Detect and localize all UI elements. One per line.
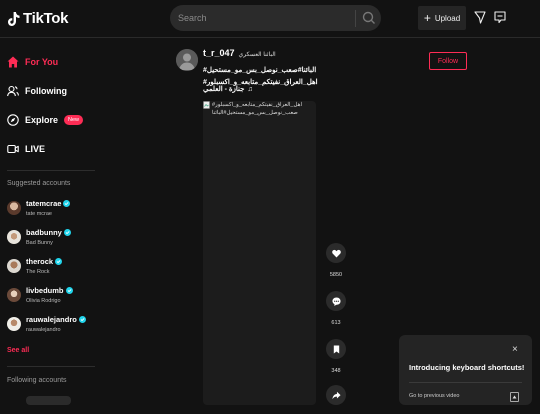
broken-image-icon <box>203 101 210 109</box>
compass-icon <box>7 114 19 126</box>
default-avatar-icon <box>176 49 198 71</box>
suggested-heading: Suggested accounts <box>7 180 71 187</box>
avatar <box>7 259 21 273</box>
post-music[interactable]: جنازة - العلمي ♫ <box>203 85 253 94</box>
arrow-up-icon <box>512 395 517 398</box>
shortcut-label: Go to previous video <box>409 393 460 399</box>
post-display-name: البائنا العسكري <box>238 52 276 58</box>
like-button[interactable] <box>326 243 346 263</box>
heart-icon <box>331 249 341 258</box>
nav-label-explore: Explore <box>25 115 59 125</box>
verified-icon <box>63 200 71 207</box>
suggested-account-therock[interactable]: therock The Rock <box>7 257 97 281</box>
sidebar: For You Following Explore New LIVE Sugge… <box>0 39 97 405</box>
comment-action[interactable]: 613 <box>326 291 346 326</box>
plus-icon: + <box>423 11 431 25</box>
bookmark-button[interactable] <box>326 339 346 359</box>
new-badge: New <box>64 115 84 125</box>
send-icon[interactable] <box>474 11 486 24</box>
account-display-name: Olivia Rodrigo <box>26 298 61 304</box>
share-action[interactable] <box>326 385 346 414</box>
home-icon <box>7 56 19 68</box>
bookmark-action[interactable]: 348 <box>326 339 346 374</box>
sidebar-divider <box>7 170 95 171</box>
account-display-name: The Rock <box>26 269 50 275</box>
nav-live[interactable]: LIVE <box>7 143 45 155</box>
post-username: t_r_047 <box>203 48 235 58</box>
account-display-name: rauwalejandro <box>26 327 61 333</box>
upload-label: Upload <box>434 13 461 23</box>
post-author[interactable]: t_r_047 البائنا العسكري <box>203 48 276 58</box>
music-title: جنازة - العلمي <box>203 86 245 93</box>
share-button[interactable] <box>326 385 346 405</box>
verified-icon <box>55 258 63 265</box>
live-icon <box>7 144 19 154</box>
nav-label-for-you: For You <box>25 57 59 67</box>
see-all-link[interactable]: See all <box>7 347 29 354</box>
suggested-account-badbunny[interactable]: badbunny Bad Bunny <box>7 228 97 252</box>
video-alt-text: اهل_العراق_نفيتكم_متابعه_و_اكسبلور# صعب_… <box>212 102 303 116</box>
account-username: badbunny <box>26 228 71 237</box>
search-bar <box>170 5 381 31</box>
inbox-icon[interactable] <box>494 11 506 24</box>
avatar <box>7 317 21 331</box>
post-author-avatar[interactable] <box>176 49 198 71</box>
nav-explore[interactable]: Explore New <box>7 114 84 126</box>
verified-icon <box>78 316 86 323</box>
account-username: tatemcrae <box>26 199 71 208</box>
account-username: rauwalejandro <box>26 315 86 324</box>
suggested-account-tatemcrae[interactable]: tatemcrae tate mcrae <box>7 199 97 223</box>
tiktok-logo-icon <box>8 11 20 26</box>
share-icon <box>331 391 341 399</box>
logo-text: TikTok <box>23 10 69 27</box>
comment-icon <box>331 296 341 306</box>
nav-label-following: Following <box>25 86 67 96</box>
bookmark-icon <box>333 344 339 354</box>
suggested-account-rauwalejandro[interactable]: rauwalejandro rauwalejandro <box>7 315 97 339</box>
suggested-account-livbedumb[interactable]: livbedumb Olivia Rodrigo <box>7 286 97 310</box>
top-header: TikTok + Upload <box>0 0 540 38</box>
search-divider <box>355 10 356 27</box>
comment-button[interactable] <box>326 291 346 311</box>
video-placeholder: اهل_العراق_نفيتكم_متابعه_و_اكسبلور# صعب_… <box>203 101 317 117</box>
following-heading: Following accounts <box>7 377 67 384</box>
video-player[interactable]: اهل_العراق_نفيتكم_متابعه_و_اكسبلور# صعب_… <box>203 101 316 405</box>
like-action[interactable]: 5850 <box>326 243 346 278</box>
search-icon[interactable] <box>362 10 376 26</box>
avatar <box>7 230 21 244</box>
follow-button[interactable]: Follow <box>429 52 467 70</box>
popup-title: Introducing keyboard shortcuts! <box>409 363 525 372</box>
bookmark-count: 348 <box>331 368 341 374</box>
close-icon[interactable]: × <box>512 344 518 355</box>
nav-for-you[interactable]: For You <box>7 56 58 68</box>
comment-count: 613 <box>331 320 341 326</box>
following-placeholder <box>26 396 71 405</box>
account-username: therock <box>26 257 63 266</box>
nav-label-live: LIVE <box>25 144 46 154</box>
search-input[interactable] <box>178 5 348 31</box>
users-icon <box>7 85 19 97</box>
upload-button[interactable]: + Upload <box>418 6 466 30</box>
account-username: livbedumb <box>26 286 73 295</box>
sidebar-divider <box>7 366 95 367</box>
avatar <box>7 201 21 215</box>
popup-divider <box>409 382 522 383</box>
arrow-up-key-icon <box>510 392 519 402</box>
avatar <box>7 288 21 302</box>
verified-icon <box>65 287 73 294</box>
tiktok-logo[interactable]: TikTok <box>8 10 68 27</box>
nav-following[interactable]: Following <box>7 85 67 97</box>
account-display-name: tate mcrae <box>26 211 52 217</box>
verified-icon <box>63 229 71 236</box>
music-note-icon: ♫ <box>247 85 253 93</box>
account-display-name: Bad Bunny <box>26 240 53 246</box>
like-count: 5850 <box>329 272 343 278</box>
